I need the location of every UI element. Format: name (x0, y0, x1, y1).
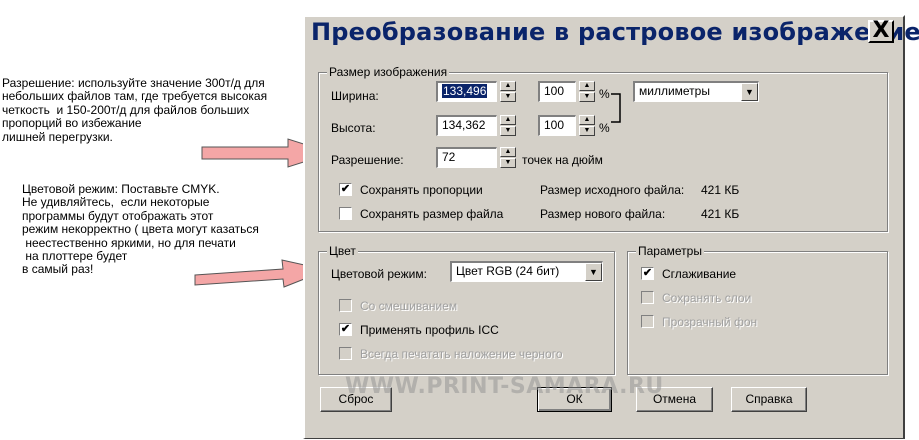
close-icon: X (872, 18, 890, 43)
apply-icc-checkbox[interactable]: ✔ (339, 323, 352, 336)
dialog-title: Преобразование в растровое изображение (311, 18, 919, 46)
width-percent-unit: % (599, 87, 610, 101)
resolution-value: 72 (442, 150, 456, 164)
keep-layers-label[interactable]: Сохранять слои (662, 291, 751, 305)
resolution-input[interactable]: 72 (436, 147, 497, 168)
keep-filesize-label[interactable]: Сохранять размер файла (360, 207, 503, 221)
keep-proportions-label[interactable]: Сохранять пропорции (360, 183, 483, 197)
color-mode-label: Цветовой режим: (331, 267, 427, 281)
color-group-label: Цвет (327, 244, 358, 258)
units-select[interactable]: миллиметры ▼ (633, 81, 759, 102)
width-percent-value: 100 (544, 84, 565, 98)
height-spinner[interactable]: ▲ ▼ (500, 115, 516, 136)
link-bracket-icon (611, 93, 621, 123)
antialias-checkbox[interactable]: ✔ (641, 267, 654, 280)
color-mode-select[interactable]: Цвет RGB (24 бит) ▼ (450, 261, 603, 282)
spin-up-icon[interactable]: ▲ (579, 81, 595, 91)
chevron-down-icon[interactable]: ▼ (585, 263, 602, 281)
keep-proportions-checkbox[interactable]: ✔ (339, 183, 352, 196)
width-input[interactable]: 133,496 (436, 81, 497, 102)
height-percent-value: 100 (544, 118, 565, 132)
apply-icc-label[interactable]: Применять профиль ICC (360, 323, 499, 337)
transparent-bg-checkbox[interactable] (641, 315, 654, 328)
height-percent-spinner[interactable]: ▲ ▼ (579, 115, 595, 136)
original-size-label: Размер исходного файла: (540, 183, 685, 197)
spin-up-icon[interactable]: ▲ (579, 115, 595, 125)
title-bar: Преобразование в растровое изображение X (305, 17, 919, 47)
original-size-value: 421 КБ (701, 183, 740, 197)
overprint-black-label[interactable]: Всегда печатать наложение черного (360, 347, 563, 361)
antialias-label[interactable]: Сглаживание (662, 267, 736, 281)
new-size-label: Размер нового файла: (540, 207, 666, 221)
height-label: Высота: (331, 121, 376, 135)
height-percent-unit: % (599, 121, 610, 135)
chevron-down-icon[interactable]: ▼ (741, 83, 758, 101)
keep-layers-checkbox[interactable] (641, 291, 654, 304)
resolution-label: Разрешение: (331, 153, 404, 167)
width-label: Ширина: (331, 89, 379, 103)
spin-down-icon[interactable]: ▼ (500, 126, 516, 136)
resolution-annotation: Разрешение: используйте значение 300т/д … (2, 76, 268, 144)
resolution-spinner[interactable]: ▲ ▼ (500, 147, 516, 168)
height-input[interactable]: 134,362 (436, 115, 497, 136)
spin-up-icon[interactable]: ▲ (500, 115, 516, 125)
transparent-bg-label[interactable]: Прозрачный фон (662, 315, 757, 329)
spin-up-icon[interactable]: ▲ (500, 81, 516, 91)
spin-down-icon[interactable]: ▼ (579, 92, 595, 102)
width-value: 133,496 (442, 84, 488, 98)
new-size-value: 421 КБ (701, 207, 740, 221)
image-size-group-label: Размер изображения (327, 65, 450, 79)
close-button[interactable]: X (868, 20, 894, 43)
width-percent-input[interactable]: 100 (538, 81, 576, 102)
keep-filesize-checkbox[interactable] (339, 207, 352, 220)
overprint-black-checkbox[interactable] (339, 347, 352, 360)
help-button[interactable]: Справка (731, 387, 807, 412)
options-group-label: Параметры (636, 244, 704, 258)
dithering-checkbox[interactable] (339, 299, 352, 312)
height-percent-input[interactable]: 100 (538, 115, 576, 136)
spin-down-icon[interactable]: ▼ (500, 158, 516, 168)
dithering-label[interactable]: Со смешиванием (360, 299, 457, 313)
units-value: миллиметры (639, 84, 710, 98)
height-value: 134,362 (442, 118, 486, 132)
color-mode-value: Цвет RGB (24 бит) (456, 264, 560, 278)
spin-down-icon[interactable]: ▼ (500, 92, 516, 102)
spin-down-icon[interactable]: ▼ (579, 126, 595, 136)
spin-up-icon[interactable]: ▲ (500, 147, 516, 157)
width-percent-spinner[interactable]: ▲ ▼ (579, 81, 595, 102)
width-spinner[interactable]: ▲ ▼ (500, 81, 516, 102)
watermark: WWW.PRINT-SAMARA.RU (345, 374, 664, 399)
resolution-unit: точек на дюйм (522, 153, 603, 167)
